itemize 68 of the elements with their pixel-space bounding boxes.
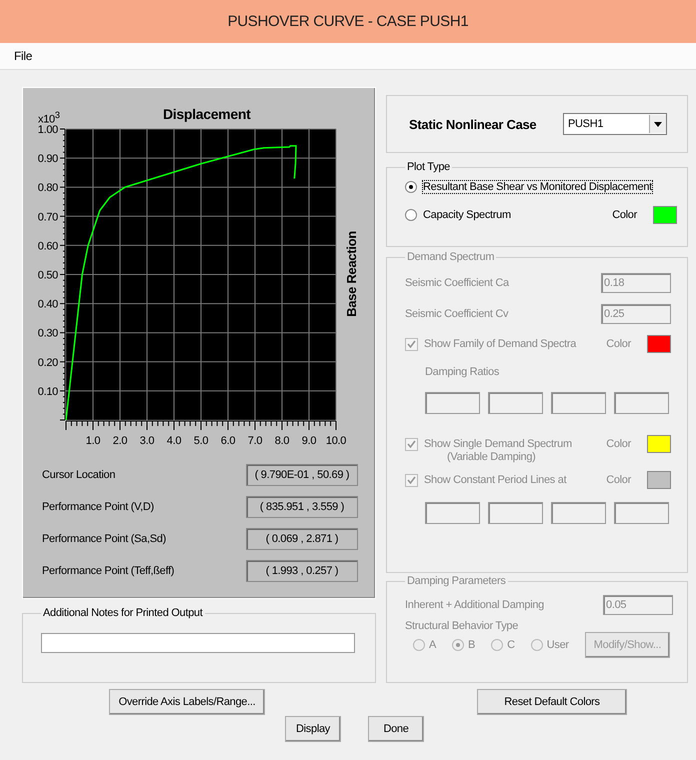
window-title: PUSHOVER CURVE - CASE PUSH1 [228, 13, 468, 30]
tick-label: 0.20 [38, 356, 58, 369]
group-title: Plot Type [406, 161, 451, 173]
field-label: Seismic Coefficient Cv [405, 308, 508, 320]
tick-label: 0.90 [38, 153, 58, 166]
tick-label: 3.0 [140, 435, 154, 447]
option-label: A [429, 639, 436, 651]
tick-label: 0.30 [38, 328, 58, 340]
group-title: Damping Parameters [406, 575, 507, 587]
readout-label: Performance Point (Sa,Sd) [42, 533, 166, 545]
dialog-button[interactable]: Reset Default Colors [477, 689, 627, 715]
readout-value: ( 9.790E-01 , 50.69 ) [246, 464, 358, 486]
readout-value: ( 1.993 , 0.257 ) [246, 560, 358, 582]
option-label: Capacity Spectrum [423, 209, 511, 221]
option-label: Resultant Base Shear vs Monitored Displacement [423, 181, 652, 193]
section-label: Structural Behavior Type [405, 620, 520, 632]
field-label: Seismic Coefficient Ca [405, 276, 509, 288]
tick-label: 0.50 [38, 270, 58, 282]
color-label: Color [606, 438, 631, 450]
chart-title: Displacement [163, 106, 250, 122]
tick-label: 5.0 [194, 435, 208, 447]
case-dropdown[interactable]: PUSH1 [563, 113, 667, 135]
tick-label: 10.0 [326, 435, 346, 447]
group-title: Additional Notes for Printed Output [42, 607, 204, 619]
axis-title: Base Reaction [344, 231, 359, 317]
dialog-button[interactable]: Done [368, 716, 424, 742]
dialog-button[interactable]: Display [285, 716, 341, 742]
checkbox-label: Show Single Demand Spectrum [424, 438, 572, 450]
color-swatch[interactable] [653, 206, 677, 224]
readout-value: ( 0.069 , 2.871 ) [246, 528, 358, 550]
tick-label: 1.0 [86, 435, 100, 447]
dialog-button[interactable]: Override Axis Labels/Range... [109, 689, 265, 715]
section-label: Damping Ratios [424, 365, 500, 380]
dropdown-value: PUSH1 [568, 118, 604, 130]
readout-label: Cursor Location [42, 469, 116, 481]
tick-label: 1.00 [38, 124, 58, 136]
group-title: Demand Spectrum [406, 251, 496, 263]
tick-label: 6.0 [220, 435, 236, 447]
radio-button[interactable] [405, 209, 417, 221]
checkbox-label: Show Constant Period Lines at [424, 474, 566, 486]
color-label: Color [612, 209, 637, 221]
readout-label: Performance Point (Teff,ßeff) [42, 565, 174, 577]
option-label: User [546, 639, 569, 651]
axis-scale-label: x10$^{3}$ [38, 110, 60, 126]
tick-label: 0.80 [38, 182, 58, 194]
option-label: B [468, 639, 476, 651]
option-label: C [507, 639, 515, 651]
radio-button[interactable] [405, 181, 417, 193]
dropdown-arrow-icon [654, 122, 662, 126]
color-label: Color [606, 338, 631, 350]
tick-label: 0.60 [38, 240, 58, 252]
tick-label: 7.0 [248, 435, 262, 447]
checkbox-label: Show Family of Demand Spectra [424, 338, 576, 350]
checkbox-sublabel: (Variable Damping) [447, 451, 536, 463]
color-label: Color [606, 474, 631, 486]
readout-label: Performance Point (V,D) [42, 501, 154, 513]
field-label: Inherent + Additional Damping [405, 598, 544, 610]
tick-label: 9.0 [302, 435, 316, 447]
tick-label: 8.0 [274, 435, 290, 447]
notes-field[interactable] [41, 633, 355, 653]
readout-value: ( 835.951 , 3.559 ) [246, 496, 358, 518]
case-label: Static Nonlinear Case [409, 116, 536, 132]
tick-label: 4.0 [166, 435, 182, 447]
menu-item[interactable]: File [14, 49, 32, 63]
tick-label: 0.10 [38, 386, 58, 398]
tick-label: 0.70 [38, 211, 58, 224]
tick-label: 2.0 [112, 435, 128, 447]
tick-label: 0.40 [38, 298, 58, 311]
